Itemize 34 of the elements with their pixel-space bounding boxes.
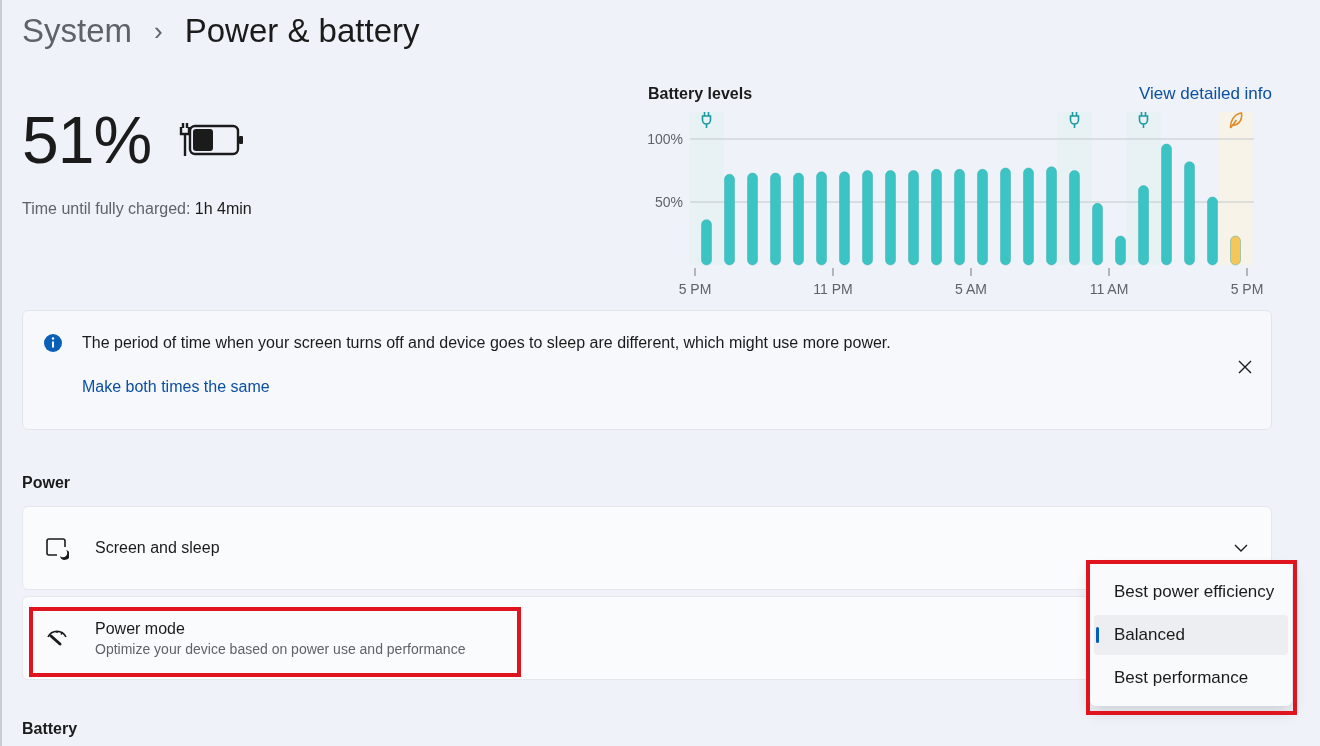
menu-option[interactable]: Balanced bbox=[1094, 615, 1288, 655]
breadcrumb-separator: › bbox=[154, 15, 163, 47]
card-title: Screen and sleep bbox=[95, 539, 220, 557]
x-axis-label: 11 AM bbox=[1089, 281, 1129, 297]
y-axis-label: 100% bbox=[648, 131, 683, 147]
screen-sleep-icon bbox=[45, 536, 69, 560]
section-heading: Battery bbox=[22, 720, 79, 739]
plug-icon bbox=[701, 111, 712, 129]
card-title: Power mode bbox=[95, 619, 186, 638]
chart-title: Battery levels bbox=[648, 85, 753, 103]
battery-bar bbox=[1230, 235, 1241, 266]
battery-bar bbox=[701, 219, 712, 266]
leaf-icon bbox=[1229, 112, 1243, 129]
page-title: Power & battery bbox=[184, 12, 420, 50]
info-icon bbox=[43, 333, 63, 353]
view-detailed-info-link[interactable]: View detailed info bbox=[1139, 84, 1272, 104]
x-axis-label: 5 AM bbox=[955, 281, 987, 297]
card-subtitle: Optimize your device based on power use and performance bbox=[95, 640, 466, 657]
plug-icon bbox=[1138, 111, 1149, 129]
battery-bar bbox=[1207, 196, 1218, 266]
y-axis-label: 50% bbox=[654, 194, 683, 210]
battery-bar bbox=[1092, 202, 1103, 266]
plug-icon bbox=[1069, 111, 1080, 129]
x-axis-label: 11 PM bbox=[813, 281, 853, 297]
notice-text: The period of time when your screen turns off and device goes to sleep are different, which might use more power. bbox=[82, 334, 891, 352]
battery-bar bbox=[1115, 235, 1126, 266]
x-axis-label: 5 PM bbox=[678, 281, 712, 297]
make-same-link[interactable]: Make both times the same bbox=[82, 378, 270, 396]
x-axis-label: 5 PM bbox=[1230, 281, 1264, 297]
battery-percentage: 51% bbox=[22, 102, 152, 178]
section-heading: Power bbox=[22, 474, 71, 493]
breadcrumb-parent[interactable]: System bbox=[22, 12, 133, 50]
charge-time-text: Time until fully charged: 1h 4min bbox=[22, 200, 252, 218]
close-icon[interactable] bbox=[1237, 359, 1253, 375]
